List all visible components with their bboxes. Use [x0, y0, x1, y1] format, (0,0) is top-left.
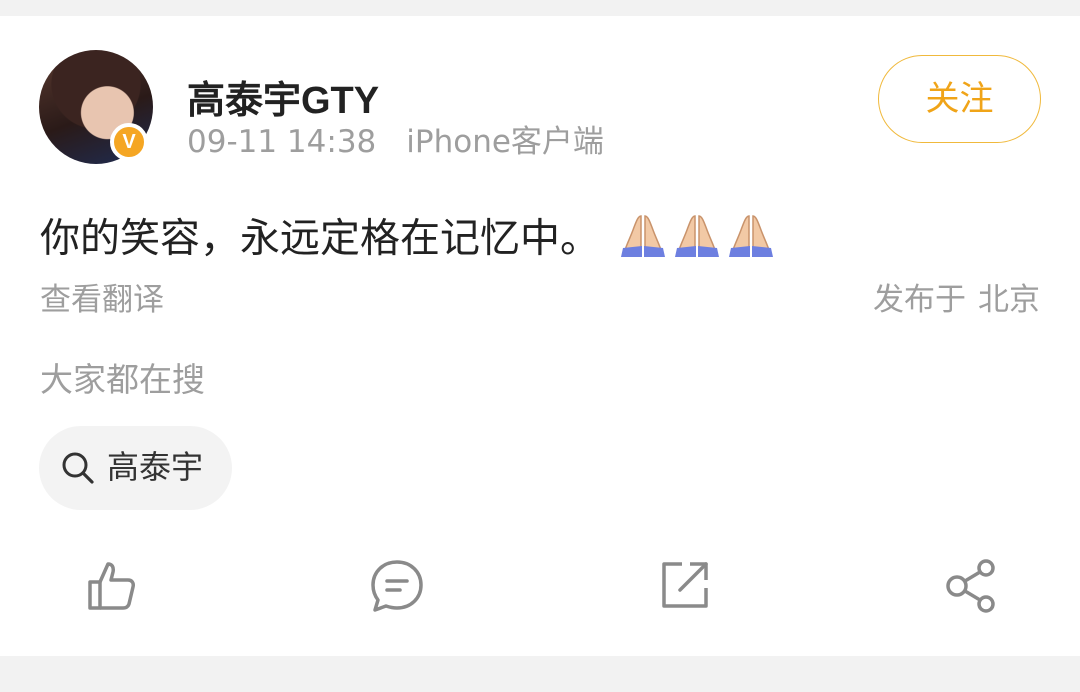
- translate-link[interactable]: 查看翻译: [40, 280, 164, 320]
- related-search-heading: 大家都在搜: [40, 360, 205, 399]
- follow-button[interactable]: 关注: [878, 55, 1041, 143]
- repost-button[interactable]: [654, 556, 714, 616]
- search-icon: [61, 451, 95, 489]
- bottom-separator: [0, 656, 1080, 692]
- folded-hands-icon: [673, 210, 721, 271]
- post-location: 发布于 北京: [873, 280, 1040, 320]
- post-source: iPhone客户端: [406, 124, 604, 160]
- post-meta: 09-11 14:38 iPhone客户端: [187, 122, 604, 162]
- share-button[interactable]: [941, 556, 1001, 616]
- search-chip-label: 高泰宇: [107, 448, 204, 486]
- post-card: V 高泰宇GTY 09-11 14:38 iPhone客户端 关注 你的笑容，永远…: [0, 16, 1080, 656]
- comment-button[interactable]: [367, 556, 427, 616]
- share-icon: [946, 559, 995, 613]
- username[interactable]: 高泰宇GTY: [187, 78, 379, 124]
- comment-icon: [371, 560, 423, 612]
- folded-hands-icon: [727, 210, 775, 271]
- location-city: 北京: [978, 282, 1040, 318]
- post-body: 你的笑容，永远定格在记忆中。: [40, 210, 775, 271]
- repost-icon: [662, 562, 708, 608]
- search-chip[interactable]: 高泰宇: [39, 426, 232, 510]
- verified-badge-icon: V: [110, 123, 148, 161]
- post-text: 你的笑容，永远定格在记忆中。: [40, 215, 600, 262]
- like-icon: [88, 562, 135, 610]
- like-button[interactable]: [82, 556, 142, 616]
- location-prefix: 发布于: [873, 282, 966, 318]
- folded-hands-icon: [619, 210, 667, 271]
- avatar[interactable]: V: [39, 50, 153, 164]
- post-time: 09-11 14:38: [187, 124, 377, 160]
